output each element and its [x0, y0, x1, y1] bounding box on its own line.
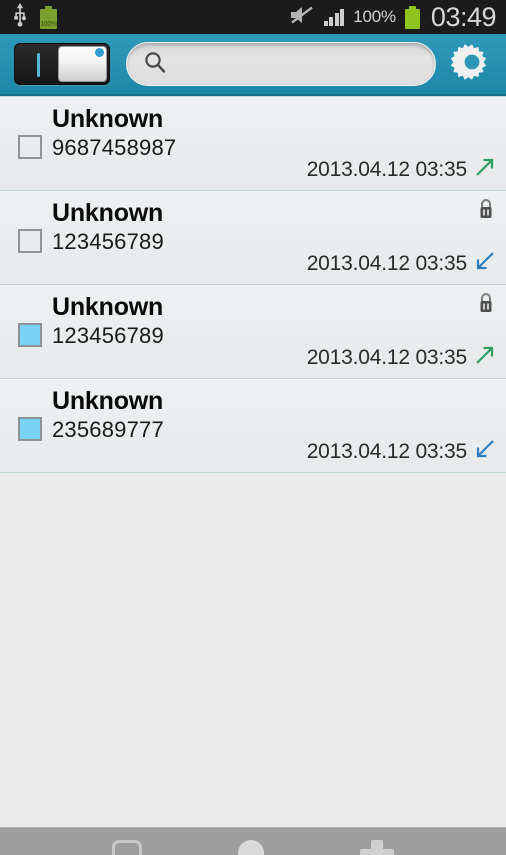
app-toolbar [0, 34, 506, 96]
call-timestamp: 2013.04.12 03:35 [306, 251, 467, 275]
toggle-bar-indicator [37, 53, 40, 77]
row-checkbox[interactable] [18, 323, 42, 347]
table-row[interactable]: Unknown 235689777 2013.04.12 03:35 [0, 379, 506, 473]
toggle-status-dot [95, 48, 104, 57]
row-checkbox[interactable] [18, 135, 42, 159]
call-timestamp: 2013.04.12 03:35 [306, 157, 467, 181]
usb-icon [12, 2, 28, 32]
recents-icon[interactable] [112, 840, 142, 855]
arrow-down-left-icon [474, 250, 496, 277]
row-meta: 2013.04.12 03:35 [307, 156, 496, 183]
battery-icon [404, 5, 420, 29]
table-row[interactable]: Unknown 123456789 2013.04.12 03:35 [0, 285, 506, 379]
mute-icon [289, 5, 315, 30]
row-meta: 2013.04.12 03:35 [307, 250, 496, 277]
status-bar-clock: 03:49 [430, 1, 497, 32]
nav-icons [0, 840, 506, 855]
arrow-up-right-icon [474, 344, 496, 371]
list-empty-area [0, 473, 506, 803]
settings-button[interactable] [450, 42, 494, 86]
system-navigation-bar [0, 827, 506, 855]
mode-toggle-switch[interactable] [14, 43, 110, 85]
back-icon[interactable] [360, 840, 394, 855]
status-bar-left: 100% [12, 2, 57, 32]
phone-number: 123456789 [52, 323, 164, 348]
row-meta: 2013.04.12 03:35 [307, 344, 496, 371]
table-row[interactable]: Unknown 9687458987 2013.04.12 03:35 [0, 97, 506, 191]
arrow-down-left-icon [474, 438, 496, 465]
contact-name: Unknown [52, 105, 164, 133]
table-row[interactable]: Unknown 123456789 2013.04.12 03:35 [0, 191, 506, 285]
gear-icon [450, 41, 493, 88]
battery-left-percent-label: 100% [40, 20, 57, 28]
row-checkbox[interactable] [18, 417, 42, 441]
status-bar: 100% 100% 03:49 [0, 0, 506, 34]
contact-name: Unknown [52, 293, 164, 321]
arrow-up-right-icon [474, 156, 496, 183]
home-icon[interactable] [238, 840, 264, 855]
phone-number: 9687458987 [52, 135, 177, 160]
battery-charging-icon: 100% [40, 5, 57, 29]
search-field[interactable] [126, 42, 436, 86]
signal-bars-icon [323, 8, 345, 26]
phone-number: 123456789 [52, 229, 164, 254]
lock-icon [476, 197, 496, 226]
phone-number: 235689777 [52, 417, 164, 442]
row-meta: 2013.04.12 03:35 [307, 438, 496, 465]
row-checkbox[interactable] [18, 229, 42, 253]
call-timestamp: 2013.04.12 03:35 [306, 439, 467, 463]
call-timestamp: 2013.04.12 03:35 [306, 345, 467, 369]
lock-icon [476, 291, 496, 320]
status-bar-right: 100% 03:49 [289, 1, 497, 32]
battery-percent-label: 100% [353, 7, 396, 26]
phone-screen: 100% 100% 03:49 Unknown 9687458987 2013.… [0, 0, 506, 855]
call-log-list: Unknown 9687458987 2013.04.12 03:35 Unkn… [0, 96, 506, 803]
contact-name: Unknown [52, 387, 164, 415]
contact-name: Unknown [52, 199, 164, 227]
search-icon [143, 50, 167, 79]
search-input[interactable] [175, 54, 435, 74]
